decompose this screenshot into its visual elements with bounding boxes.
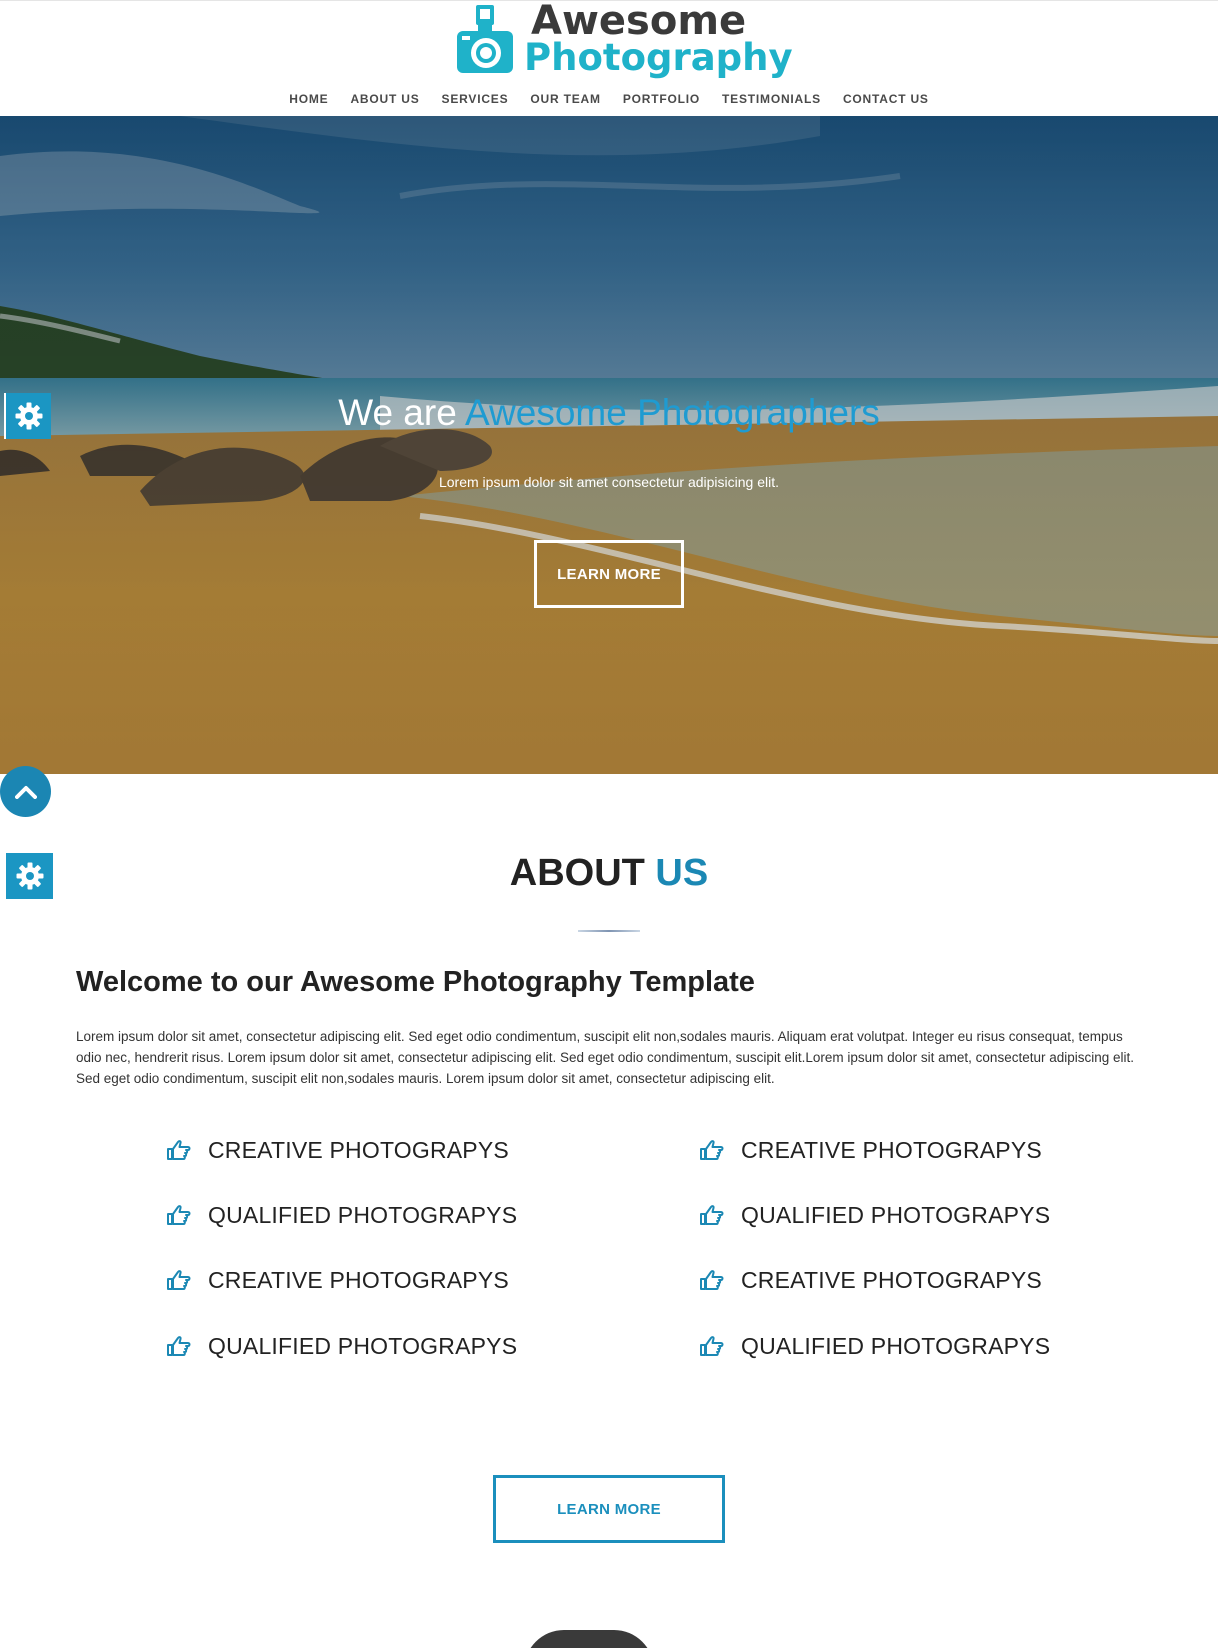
- feature-label: CREATIVE PHOTOGRAPYS: [208, 1136, 509, 1163]
- feature-item: QUALIFIED PHOTOGRAPYS: [699, 1326, 1050, 1366]
- feature-label: CREATIVE PHOTOGRAPYS: [208, 1266, 509, 1293]
- hero-title-accent: Awesome Photographers: [465, 392, 880, 433]
- hand-pointing-right-icon: [166, 1268, 192, 1292]
- settings-toggle-top[interactable]: [4, 393, 51, 439]
- hand-pointing-right-icon: [699, 1268, 725, 1292]
- scroll-to-top-button[interactable]: [0, 766, 51, 817]
- about-body-text: Lorem ipsum dolor sit amet, consectetur …: [76, 1029, 1135, 1086]
- feature-item: CREATIVE PHOTOGRAPYS: [166, 1260, 509, 1300]
- feature-item: CREATIVE PHOTOGRAPYS: [699, 1260, 1042, 1300]
- feature-label: QUALIFIED PHOTOGRAPYS: [208, 1332, 518, 1359]
- hand-pointing-right-icon: [699, 1203, 725, 1227]
- feature-item: CREATIVE PHOTOGRAPYS: [166, 1130, 509, 1170]
- hero-section: We are Awesome Photographers Lorem ipsum…: [0, 116, 1218, 774]
- site-logo[interactable]: Awesome Photography: [456, 0, 793, 81]
- about-section-title: ABOUT US: [0, 852, 1218, 895]
- hand-pointing-right-icon: [699, 1138, 725, 1162]
- hero-subtitle: Lorem ipsum dolor sit amet consectetur a…: [438, 474, 780, 490]
- hero-title-prefix: We are: [338, 392, 466, 433]
- site-header: Awesome Photography HOME ABOUT US SERVIC…: [0, 0, 1218, 116]
- hand-pointing-right-icon: [166, 1138, 192, 1162]
- team-member-avatar: [524, 1630, 654, 1648]
- nav-about-us[interactable]: ABOUT US: [339, 89, 430, 109]
- gear-icon: [15, 402, 42, 430]
- chevron-up-icon: [14, 785, 37, 799]
- feature-label: CREATIVE PHOTOGRAPYS: [741, 1266, 1042, 1293]
- about-title-accent: US: [655, 852, 709, 894]
- feature-label: CREATIVE PHOTOGRAPYS: [741, 1136, 1042, 1163]
- about-learn-more-button[interactable]: LEARN MORE: [493, 1475, 725, 1543]
- nav-testimonials[interactable]: TESTIMONIALS: [711, 89, 832, 109]
- section-divider: [578, 930, 640, 932]
- main-nav: HOME ABOUT US SERVICES OUR TEAM PORTFOLI…: [0, 89, 1218, 109]
- nav-home[interactable]: HOME: [278, 89, 339, 109]
- nav-portfolio[interactable]: PORTFOLIO: [612, 89, 711, 109]
- feature-item: QUALIFIED PHOTOGRAPYS: [166, 1326, 517, 1366]
- camera-icon: [457, 5, 513, 73]
- nav-contact-us[interactable]: CONTACT US: [832, 89, 940, 109]
- about-heading: Welcome to our Awesome Photography Templ…: [76, 966, 755, 998]
- feature-label: QUALIFIED PHOTOGRAPYS: [208, 1201, 518, 1228]
- feature-label: QUALIFIED PHOTOGRAPYS: [741, 1332, 1051, 1359]
- hero-beach-image: [0, 116, 1218, 774]
- logo-text-photography: Photography: [524, 36, 793, 79]
- hand-pointing-right-icon: [166, 1334, 192, 1358]
- hero-title: We are Awesome Photographers: [0, 392, 1218, 434]
- feature-label: QUALIFIED PHOTOGRAPYS: [741, 1201, 1051, 1228]
- nav-services[interactable]: SERVICES: [431, 89, 520, 109]
- feature-item: CREATIVE PHOTOGRAPYS: [699, 1130, 1042, 1170]
- hand-pointing-right-icon: [699, 1334, 725, 1358]
- feature-item: QUALIFIED PHOTOGRAPYS: [166, 1195, 517, 1235]
- hero-learn-more-button[interactable]: LEARN MORE: [534, 540, 684, 608]
- nav-our-team[interactable]: OUR TEAM: [519, 89, 611, 109]
- hand-pointing-right-icon: [166, 1203, 192, 1227]
- about-title-prefix: ABOUT: [509, 852, 656, 894]
- feature-item: QUALIFIED PHOTOGRAPYS: [699, 1195, 1050, 1235]
